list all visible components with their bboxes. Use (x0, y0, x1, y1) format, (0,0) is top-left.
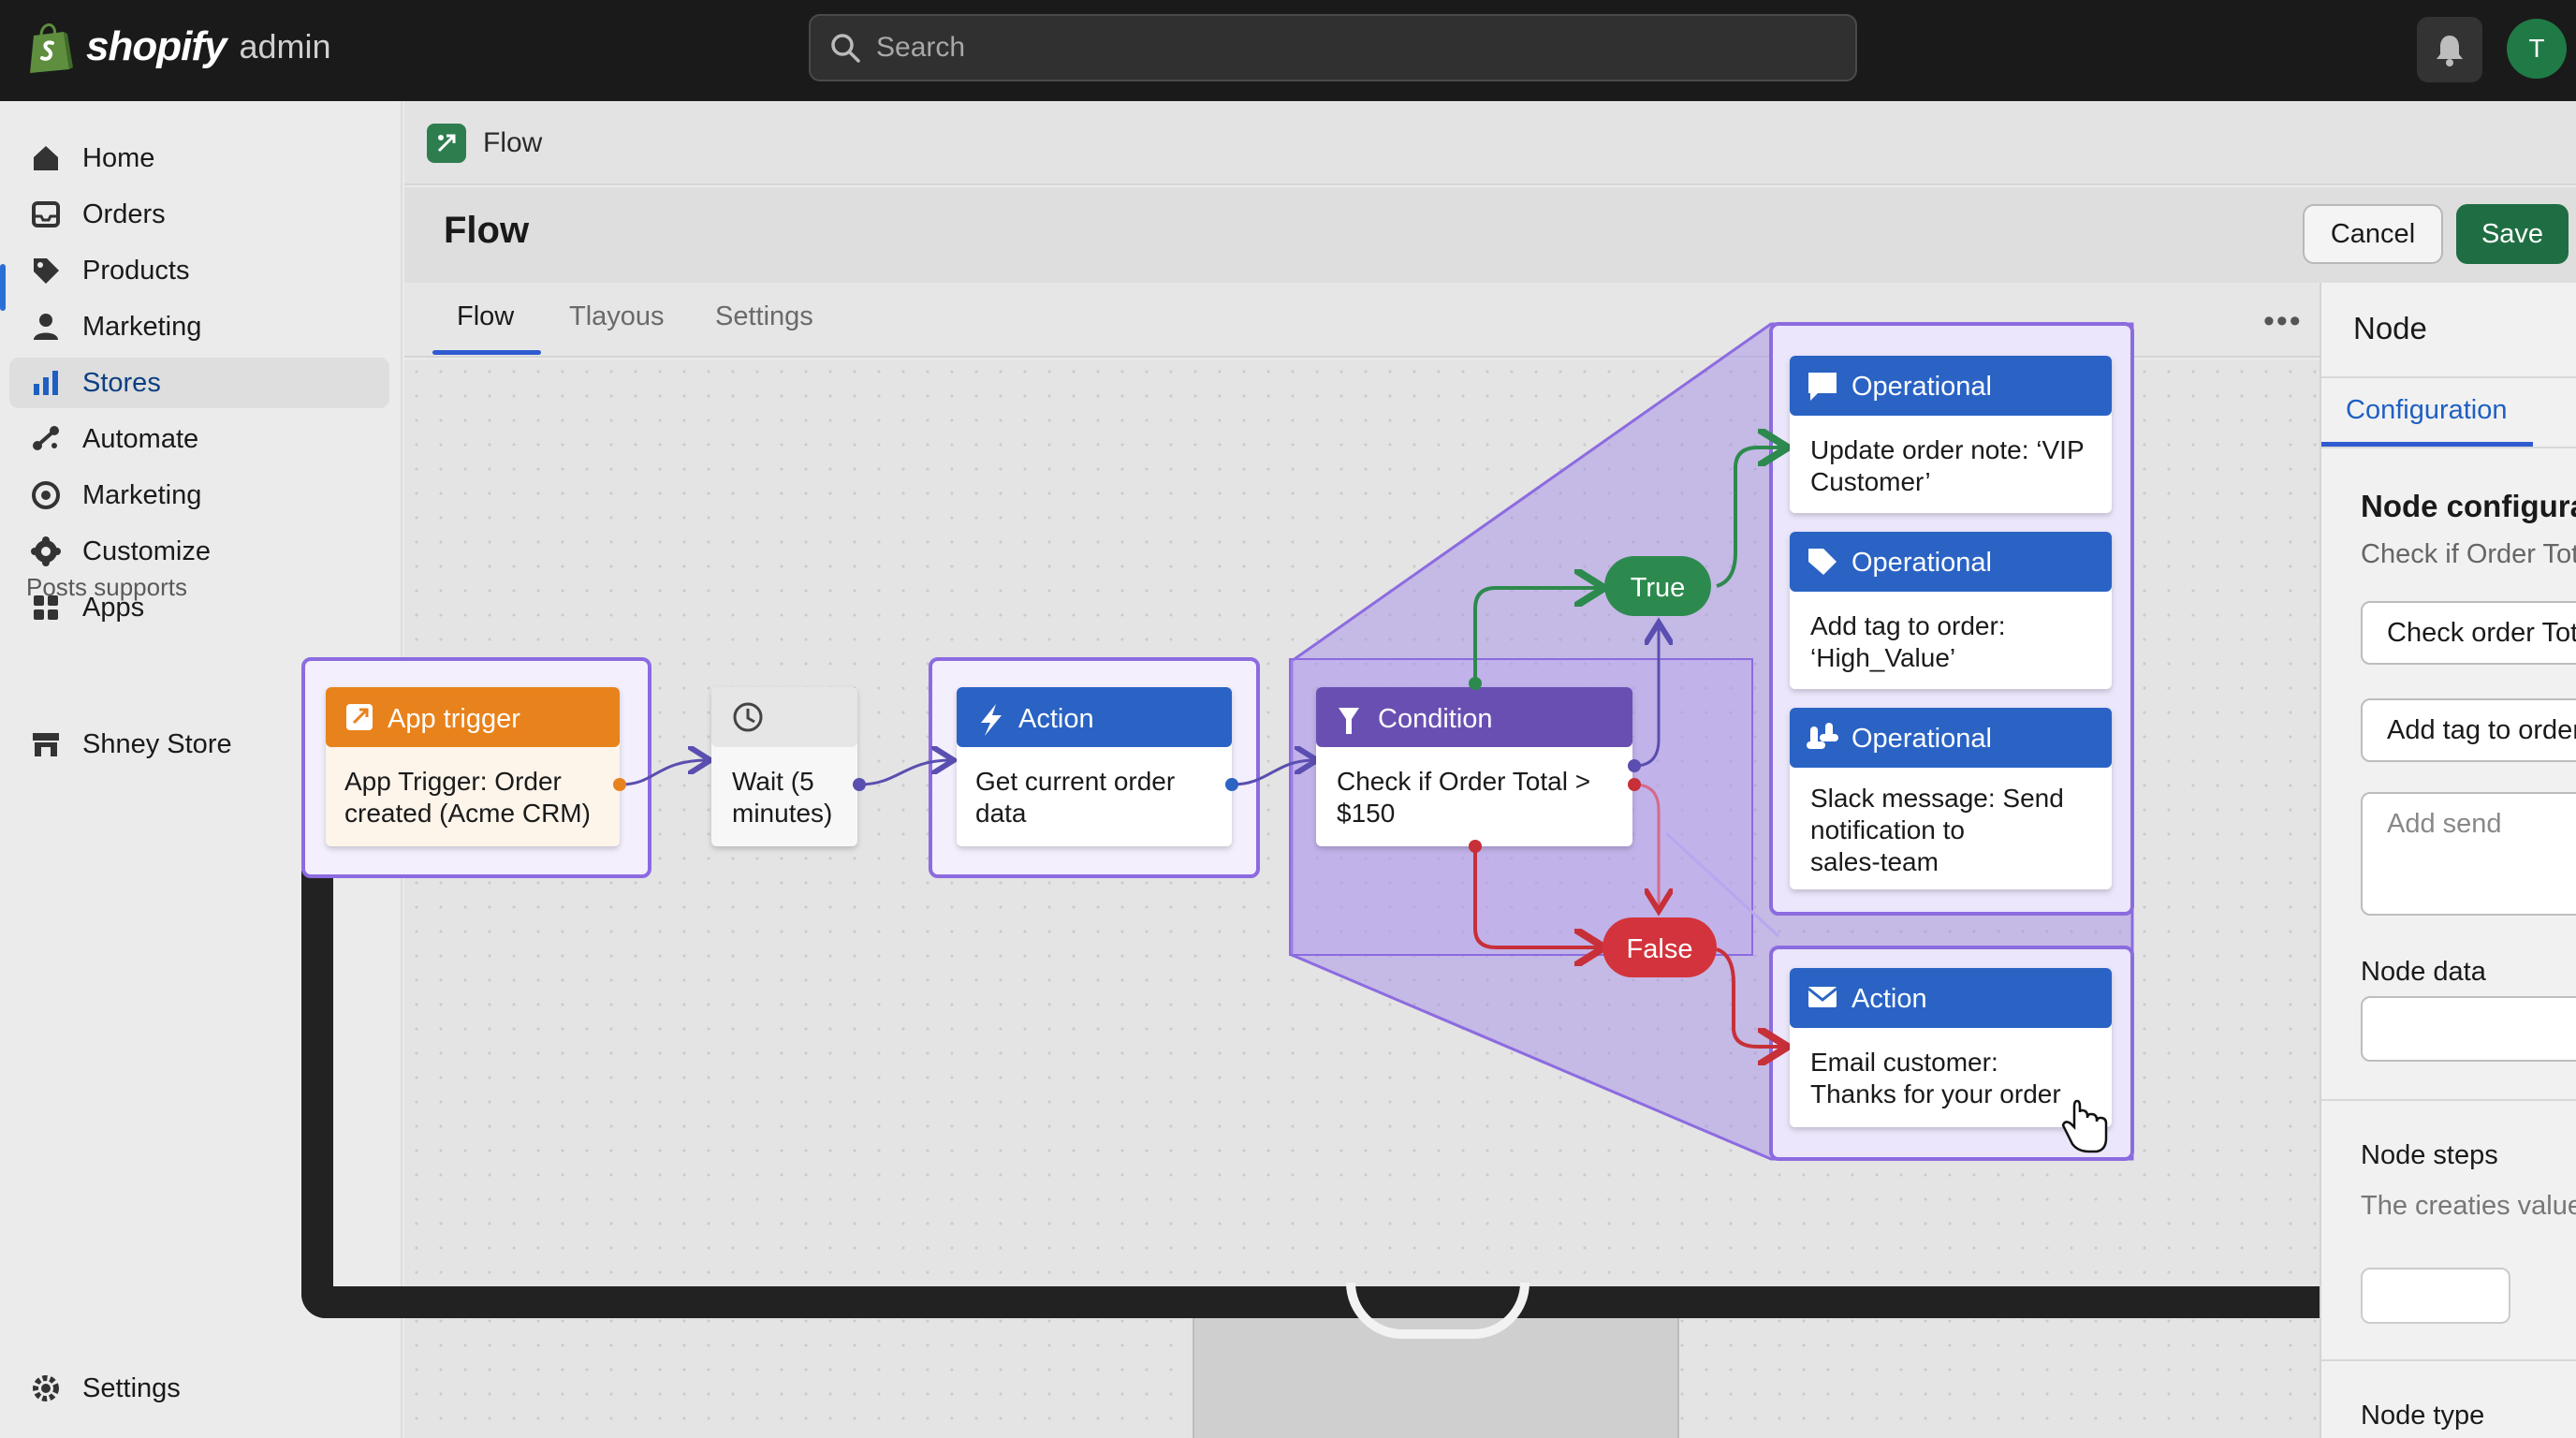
op2-header: Operational (1852, 548, 1992, 578)
op3-line1: Slack message: Send (1810, 784, 2064, 813)
email-line2: Thanks for your order (1810, 1079, 2061, 1108)
email-header: Action (1852, 984, 1927, 1014)
condition-port-2[interactable] (1628, 778, 1641, 791)
action-port[interactable] (1225, 778, 1238, 791)
op1-line2: Customer’ (1810, 467, 1931, 496)
trigger-line1: App Trigger: Order (344, 767, 562, 796)
trigger-header: App trigger (388, 704, 520, 734)
condition-header: Condition (1378, 704, 1493, 734)
condition-port-1[interactable] (1628, 759, 1641, 772)
action-header: Action (1018, 704, 1094, 734)
mail-icon (1808, 987, 1837, 1007)
op3-line3: sales-team (1810, 847, 1939, 876)
condition-false-port[interactable] (1469, 840, 1482, 853)
op3-line2: notification to (1810, 815, 1965, 844)
op1-line1: Update order note: ‘VIP (1810, 435, 2085, 464)
action-line2: data (975, 799, 1027, 828)
op3-header: Operational (1852, 724, 1992, 754)
trigger-line2: created (Acme CRM) (344, 799, 591, 828)
condition-line2: $150 (1337, 799, 1395, 828)
wait-line2: minutes) (732, 799, 832, 828)
condition-line1: Check if Order Total > (1337, 767, 1590, 796)
condition-true-port[interactable] (1469, 677, 1482, 690)
true-branch-label: True (1631, 573, 1686, 603)
op1-header: Operational (1852, 372, 1992, 402)
wait-line1: Wait (5 (732, 767, 814, 796)
wait-port[interactable] (853, 778, 866, 791)
false-branch-label: False (1627, 934, 1693, 964)
trigger-port[interactable] (613, 778, 626, 791)
email-line1: Email customer: (1810, 1048, 1998, 1077)
op2-line2: ‘High_Value’ (1810, 643, 1955, 672)
action-line1: Get current order (975, 767, 1175, 796)
export-icon (346, 704, 373, 730)
op2-line1: Add tag to order: (1810, 611, 2006, 640)
flow-diagram: App trigger App Trigger: Order created (… (301, 322, 2134, 1161)
